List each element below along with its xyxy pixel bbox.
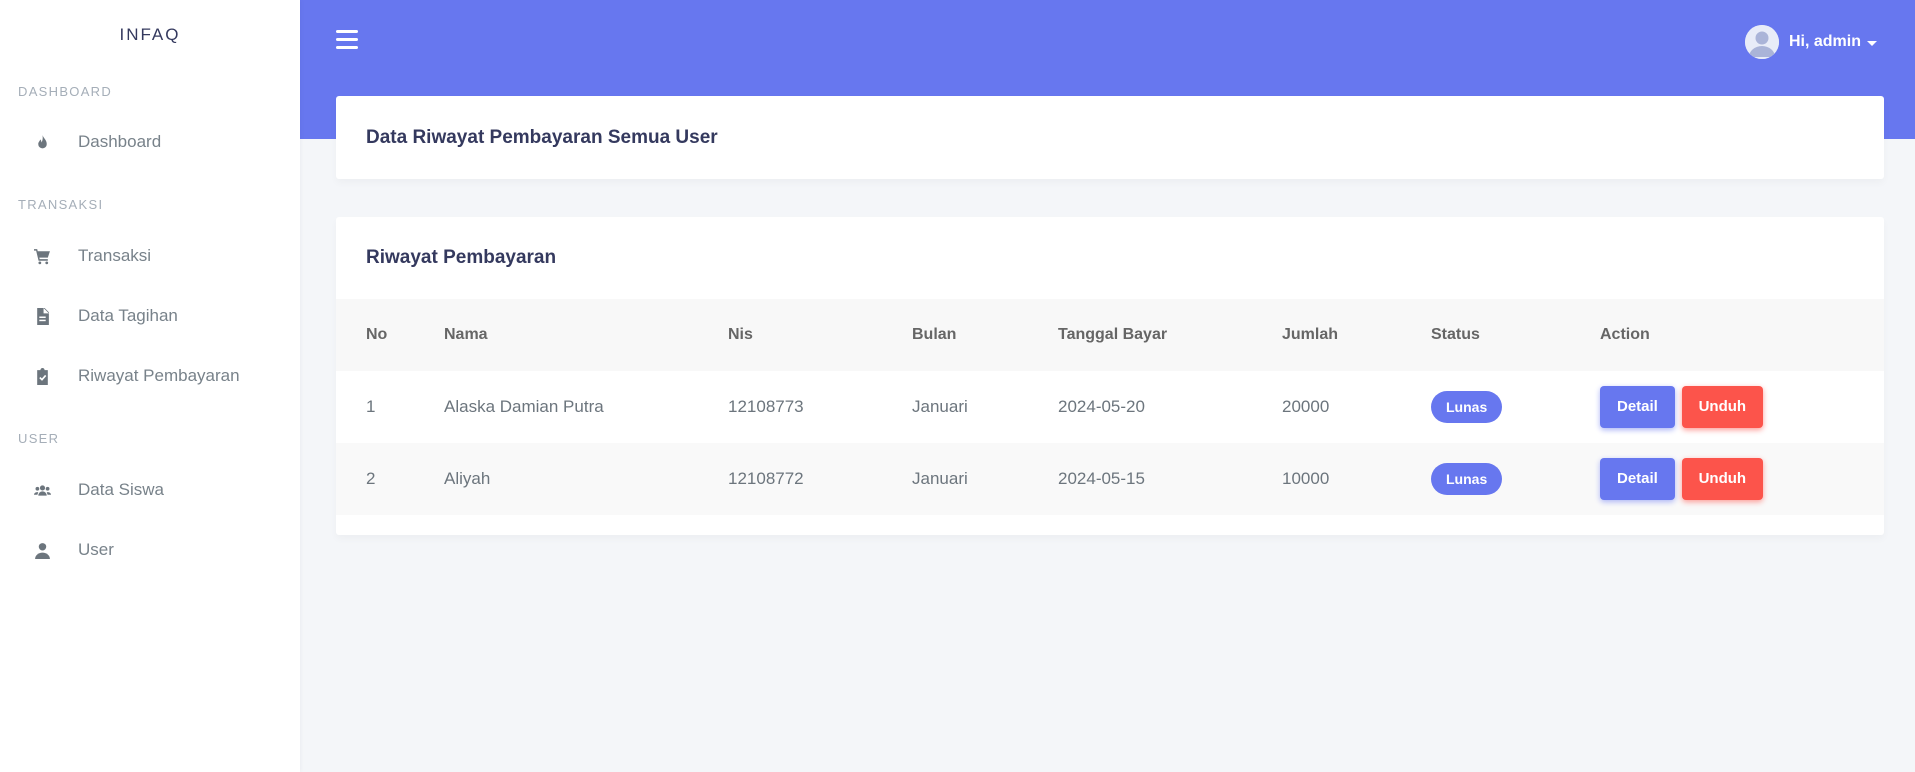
cell-nis: 12108772: [728, 443, 912, 515]
cell-jumlah: 20000: [1282, 397, 1330, 416]
column-header-nama: Nama: [444, 299, 728, 371]
menu-header-dashboard: DASHBOARD: [18, 83, 113, 99]
unduh-button[interactable]: Unduh: [1681, 458, 1764, 500]
fire-icon: [32, 132, 52, 152]
brand-logo[interactable]: INFAQ: [0, 0, 300, 70]
sidebar-item-label: Data Tagihan: [78, 306, 178, 325]
avatar: [1744, 25, 1779, 59]
user-icon: [32, 540, 52, 560]
cell-no: 2: [336, 443, 444, 515]
users-icon: [32, 480, 52, 500]
cell-no: 1: [366, 397, 376, 416]
hamburger-icon[interactable]: [336, 30, 358, 52]
page-title-card: Data Riwayat Pembayaran Semua User: [336, 96, 1884, 179]
cell-bulan: Januari: [912, 397, 968, 416]
sidebar-item-riwayat-pembayaran[interactable]: Riwayat Pembayaran: [0, 346, 300, 406]
cell-nama: Alaska Damian Putra: [444, 397, 604, 416]
cell-nama: Aliyah: [444, 443, 728, 515]
sidebar-item-user[interactable]: User: [0, 520, 300, 580]
card-header: Riwayat Pembayaran: [336, 217, 1884, 299]
detail-button[interactable]: Detail: [1600, 386, 1675, 428]
status-badge: Lunas: [1431, 391, 1503, 423]
status-badge: Lunas: [1431, 463, 1503, 495]
clipboard-check-icon: [32, 366, 52, 386]
cell-action: Detail Unduh: [1600, 443, 1884, 515]
column-header-no: No: [336, 299, 444, 371]
sidebar-item-data-tagihan[interactable]: Data Tagihan: [0, 286, 300, 346]
column-header-jumlah: Jumlah: [1282, 299, 1431, 371]
invoice-icon: [32, 306, 52, 326]
detail-button[interactable]: Detail: [1600, 458, 1675, 500]
column-header-tanggal-bayar: Tanggal Bayar: [1058, 299, 1282, 371]
column-header-nis: Nis: [728, 299, 912, 371]
menu-header-transaksi: TRANSAKSI: [18, 196, 104, 212]
menu-header-user: USER: [18, 430, 60, 446]
sidebar-item-label: User: [78, 540, 114, 559]
sidebar-item-label: Dashboard: [78, 132, 162, 151]
column-header-status: Status: [1431, 299, 1600, 371]
card-title: Riwayat Pembayaran: [366, 247, 557, 268]
user-dropdown[interactable]: Hi, admin: [1744, 25, 1877, 59]
sidebar-item-transaksi[interactable]: Transaksi: [0, 226, 300, 286]
sidebar-item-label: Transaksi: [78, 246, 152, 265]
riwayat-card: Riwayat Pembayaran No Nama Nis Bulan Tan…: [336, 217, 1884, 535]
cell-bulan: Januari: [912, 443, 1058, 515]
user-greeting: Hi, admin: [1788, 33, 1861, 50]
page-title: Data Riwayat Pembayaran Semua User: [366, 126, 718, 148]
cell-action: Detail Unduh: [1600, 371, 1884, 443]
table-header-row: No Nama Nis Bulan Tanggal Bayar Jumlah S…: [336, 299, 1884, 371]
riwayat-table: No Nama Nis Bulan Tanggal Bayar Jumlah S…: [336, 299, 1884, 515]
column-header-action: Action: [1600, 299, 1884, 371]
cell-status: Lunas: [1431, 371, 1600, 443]
column-header-bulan: Bulan: [912, 299, 1058, 371]
table-row: 1 Alaska Damian Putra 12108773 Januari 2…: [336, 371, 1884, 443]
sidebar-item-dashboard[interactable]: Dashboard: [0, 112, 300, 172]
cart-icon: [32, 246, 52, 266]
unduh-button[interactable]: Unduh: [1681, 386, 1764, 428]
cell-tanggal-bayar: 2024-05-20: [1058, 397, 1145, 416]
sidebar: INFAQ DASHBOARD Dashboard TRANSAKSI Tran…: [0, 0, 300, 772]
cell-status: Lunas: [1431, 443, 1600, 515]
chevron-down-icon: [1867, 40, 1877, 46]
sidebar-item-data-siswa[interactable]: Data Siswa: [0, 460, 300, 520]
cell-tanggal-bayar: 2024-05-15: [1058, 443, 1282, 515]
cell-nis: 12108773: [728, 397, 804, 416]
sidebar-item-label: Data Siswa: [78, 480, 164, 499]
sidebar-item-label: Riwayat Pembayaran: [78, 366, 240, 385]
cell-jumlah: 10000: [1282, 443, 1431, 515]
table-row: 2 Aliyah 12108772 Januari 2024-05-15 100…: [336, 443, 1884, 515]
